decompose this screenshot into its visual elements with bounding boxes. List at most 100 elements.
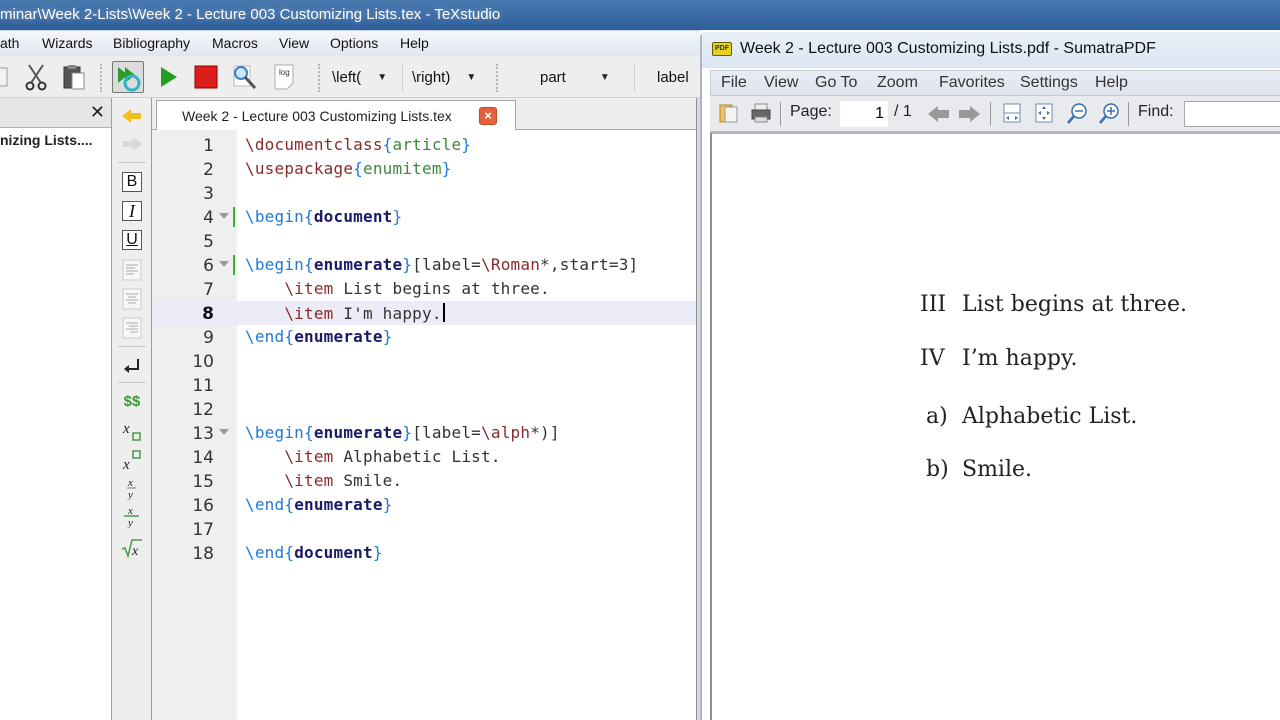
align-left-button[interactable] [120, 258, 144, 282]
code-line[interactable]: 4 \begin{document} [152, 205, 700, 229]
sumatrapdf-window: PDF Week 2 - Lecture 003 Customizing Lis… [700, 32, 1280, 720]
sqrt-button[interactable]: x [120, 536, 144, 560]
side-toolbar: B I U $$ x x xy x y x [112, 98, 152, 720]
code-line[interactable]: 15 \item Smile. [152, 469, 700, 493]
pdf-page-view[interactable]: III List begins at three. IV I’m happy. a) Al… [710, 132, 1280, 720]
compile-button[interactable] [152, 61, 184, 93]
tab-label: Week 2 - Lecture 003 Customizing Lists.t… [182, 108, 452, 124]
menu-options[interactable]: Options [330, 35, 378, 51]
close-icon[interactable]: ✕ [90, 102, 105, 123]
copy-button[interactable] [0, 61, 18, 93]
underline-icon: U [122, 230, 142, 250]
view-pdf-button[interactable] [228, 61, 260, 93]
line-number: 14 [192, 448, 214, 468]
open-button[interactable] [718, 102, 740, 129]
right-delimiter-combo[interactable]: \right) ▼ [412, 66, 476, 88]
forward-button[interactable] [120, 132, 144, 156]
label-button[interactable]: label [657, 66, 689, 88]
editor-tab-strip: Week 2 - Lecture 003 Customizing Lists.t… [152, 98, 700, 131]
inline-math-button[interactable]: $$ [120, 389, 144, 413]
sectioning-value: part [540, 68, 566, 86]
menu-macros[interactable]: Macros [212, 35, 258, 51]
subscript-icon: x [122, 421, 141, 441]
code-line[interactable]: 9 \end{enumerate} [152, 325, 700, 349]
code-line[interactable]: 5 [152, 229, 700, 253]
code-line[interactable]: 2 \usepackage{enumitem} [152, 157, 700, 181]
paste-button[interactable] [58, 61, 90, 93]
previous-page-button[interactable] [928, 105, 950, 128]
fold-toggle-icon[interactable] [219, 429, 229, 435]
code-line[interactable]: 12 [152, 397, 700, 421]
fit-page-button[interactable] [1002, 102, 1022, 129]
code-line[interactable]: 3 [152, 181, 700, 205]
code-token-cmd: \documentclass [245, 135, 383, 154]
align-right-button[interactable] [120, 316, 144, 340]
code-token-opt: I'm happy. [333, 304, 442, 323]
code-line[interactable]: 14 \item Alphabetic List. [152, 445, 700, 469]
pdf-menu-help[interactable]: Help [1095, 74, 1128, 92]
print-button[interactable] [750, 102, 772, 129]
code-token-envname: document [294, 543, 373, 562]
pdf-menu-settings[interactable]: Settings [1020, 74, 1078, 92]
align-center-button[interactable] [120, 287, 144, 311]
paste-icon [63, 65, 85, 90]
line-number: 4 [203, 208, 214, 228]
sectioning-combo[interactable]: part ▼ [540, 66, 610, 88]
menu-bibliography[interactable]: Bibliography [113, 35, 190, 51]
pdf-menu-favorites[interactable]: Favorites [939, 74, 1005, 92]
view-log-button[interactable]: log [268, 61, 300, 93]
zoom-out-button[interactable] [1066, 102, 1088, 129]
fold-toggle-icon[interactable] [219, 213, 229, 219]
code-line[interactable]: 1 \documentclass{article} [152, 133, 700, 157]
code-line[interactable]: 7 \item List begins at three. [152, 277, 700, 301]
fit-width-button[interactable] [1034, 102, 1054, 129]
cut-button[interactable] [20, 61, 52, 93]
dfrac-button[interactable]: xy [120, 504, 144, 528]
next-page-button[interactable] [958, 105, 980, 128]
zoom-in-button[interactable] [1098, 102, 1120, 129]
find-input[interactable] [1184, 101, 1280, 127]
superscript-button[interactable]: x [120, 448, 144, 472]
code-line[interactable]: 10 [152, 349, 700, 373]
line-number: 17 [192, 520, 214, 540]
subscript-button[interactable]: x [120, 419, 144, 443]
pdf-menu-zoom[interactable]: Zoom [877, 74, 918, 92]
pdf-menu-goto[interactable]: Go To [815, 74, 857, 92]
zoom-out-icon [1067, 103, 1087, 124]
menu-wizards[interactable]: Wizards [42, 35, 93, 51]
code-text: \begin{enumerate}[label=\Roman*,start=3] [245, 255, 638, 274]
svg-text:x: x [122, 457, 130, 471]
code-line[interactable]: 6 \begin{enumerate}[label=\Roman*,start=3… [152, 253, 700, 277]
page-number-input[interactable] [840, 101, 888, 127]
code-line[interactable]: 13 \begin{enumerate}[label=\alph*)] [152, 421, 700, 445]
underline-button[interactable]: U [120, 228, 144, 252]
structure-tree-item[interactable]: nizing Lists.... [0, 128, 111, 148]
pdf-menu-file[interactable]: File [721, 74, 747, 92]
code-editor[interactable]: 1 \documentclass{article} 2 \usepackage{enu… [152, 130, 700, 720]
code-token-brk: } [372, 543, 383, 562]
close-tab-icon[interactable]: × [479, 107, 497, 125]
italic-button[interactable]: I [120, 199, 144, 223]
menu-math[interactable]: ath [0, 35, 19, 51]
line-number: 18 [192, 544, 214, 564]
newline-button[interactable] [120, 354, 144, 378]
fold-toggle-icon[interactable] [219, 261, 229, 267]
left-delimiter-combo[interactable]: \left( ▼ [332, 66, 387, 88]
pdf-menu-view[interactable]: View [764, 74, 798, 92]
code-token-env: \begin [245, 423, 304, 442]
menu-help[interactable]: Help [400, 35, 429, 51]
pdf-item-text: List begins at three. [962, 292, 1187, 317]
code-line[interactable]: 17 [152, 517, 700, 541]
code-line[interactable]: 8 \item I'm happy. [152, 301, 700, 325]
back-button[interactable] [120, 104, 144, 128]
tab-customizing-lists[interactable]: Week 2 - Lecture 003 Customizing Lists.t… [156, 100, 516, 131]
fraction-button[interactable]: xy [120, 476, 144, 500]
stop-button[interactable] [190, 61, 222, 93]
code-token-brk: { [304, 255, 314, 274]
code-line[interactable]: 11 [152, 373, 700, 397]
bold-button[interactable]: B [120, 170, 144, 194]
build-and-view-button[interactable] [112, 61, 144, 93]
menu-view[interactable]: View [279, 35, 309, 51]
code-line[interactable]: 16 \end{enumerate} [152, 493, 700, 517]
code-line[interactable]: 18 \end{document} [152, 541, 700, 565]
